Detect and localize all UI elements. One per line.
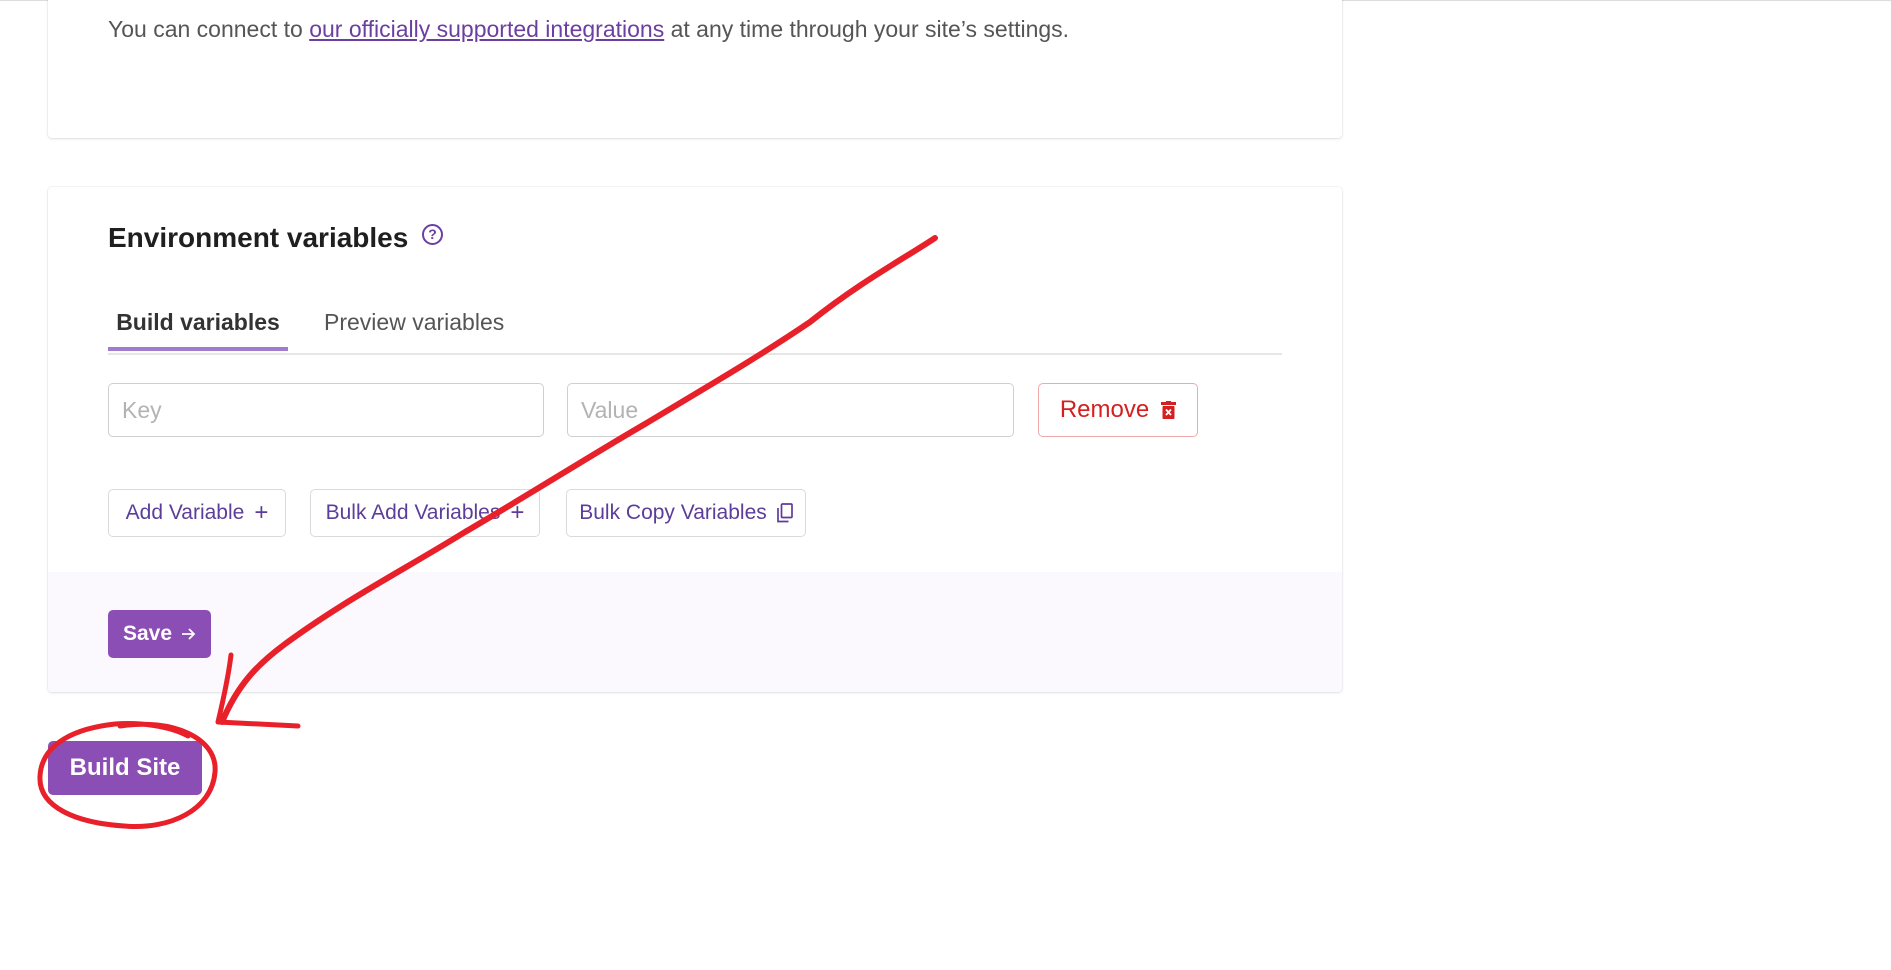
add-variable-label: Add Variable — [125, 501, 245, 524]
remove-button[interactable]: Remove — [1038, 383, 1198, 437]
question-circle-icon[interactable]: ? — [422, 224, 443, 245]
environment-variables-card: Environment variables ? Build variables … — [48, 187, 1342, 692]
trash-icon — [1161, 401, 1177, 419]
key-input[interactable] — [108, 383, 544, 437]
integrations-text: You can connect to our officially suppor… — [108, 16, 1069, 43]
add-variable-button[interactable]: Add Variable + — [108, 489, 286, 537]
plus-icon: + — [510, 499, 525, 526]
tab-preview-variables[interactable]: Preview variables — [324, 297, 504, 351]
plus-icon: + — [254, 499, 269, 526]
value-input[interactable] — [567, 383, 1014, 437]
remove-button-label: Remove — [1059, 396, 1150, 423]
tab-build-variables[interactable]: Build variables — [108, 297, 288, 351]
section-title: Environment variables — [108, 222, 409, 253]
arrow-right-icon — [182, 628, 196, 640]
bulk-add-label: Bulk Add Variables — [325, 501, 501, 524]
integrations-card: You can connect to our officially suppor… — [48, 0, 1342, 138]
bulk-copy-variables-button[interactable]: Bulk Copy Variables — [566, 489, 806, 537]
save-label: Save — [122, 622, 173, 645]
integrations-link[interactable]: our officially supported integrations — [309, 16, 664, 42]
copy-icon — [776, 503, 793, 523]
bulk-copy-label: Bulk Copy Variables — [579, 501, 767, 524]
integrations-text-after: at any time through your site’s settings… — [664, 16, 1070, 42]
variables-tabs: Build variables Preview variables — [108, 297, 1282, 355]
bulk-add-variables-button[interactable]: Bulk Add Variables + — [310, 489, 540, 537]
save-button[interactable]: Save — [108, 610, 211, 658]
integrations-text-before: You can connect to — [108, 16, 310, 42]
card-footer — [48, 572, 1342, 692]
build-site-button[interactable]: Build Site — [48, 741, 202, 795]
